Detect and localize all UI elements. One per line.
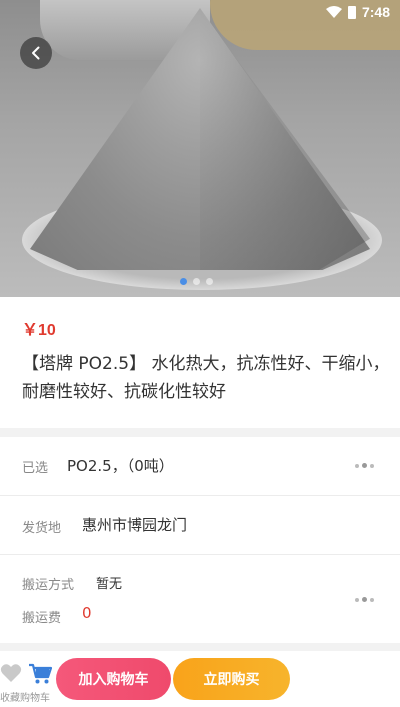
back-button[interactable] [20, 37, 52, 69]
ship-from-row: 发货地 惠州市博园龙门 [0, 496, 400, 554]
heart-icon[interactable] [0, 663, 22, 683]
status-bar: 7:48 [325, 0, 400, 24]
product-image-carousel[interactable]: 7:48 [0, 0, 400, 297]
carousel-indicator [180, 278, 213, 285]
fav-cart-label: 收藏购物车 [0, 693, 50, 704]
bottom-action-bar: 收藏购物车 加入购物车 立即购买 [0, 651, 400, 707]
add-to-cart-button[interactable]: 加入购物车 [56, 658, 171, 700]
product-info-card: ￥10 【塔牌 PO2.5】 水化热大，抗冻性好、干缩小，耐磨性较好、抗碳化性较… [0, 297, 400, 428]
product-title: 【塔牌 PO2.5】 水化热大，抗冻性好、干缩小，耐磨性较好、抗碳化性较好 [22, 354, 390, 402]
shipping-fee-value: 0 [82, 604, 92, 622]
carousel-dot[interactable] [180, 278, 187, 285]
battery-icon [347, 5, 356, 19]
cart-icon[interactable] [28, 663, 52, 685]
shipping-method-label: 搬运方式 [22, 578, 75, 593]
product-detail-screen: 7:48 ￥10 【塔牌 PO2.5】 水化热大，抗冻性好、干缩小，耐磨性较好、… [0, 0, 400, 707]
ship-from-label: 发货地 [22, 521, 62, 536]
status-time: 7:48 [361, 4, 390, 20]
ship-from-value: 惠州市博园龙门 [82, 516, 188, 534]
carousel-dot[interactable] [193, 278, 200, 285]
more-icon[interactable] [355, 597, 374, 602]
product-price: ￥10 [22, 322, 56, 339]
shipping-row[interactable]: 搬运方式 暂无 搬运费 0 [0, 555, 400, 643]
more-icon[interactable] [355, 463, 374, 468]
shipping-fee-label: 搬运费 [22, 611, 62, 626]
selected-value: PO2.5，（0吨） [67, 457, 174, 475]
buy-now-button[interactable]: 立即购买 [173, 658, 290, 700]
selected-label: 已选 [22, 461, 49, 476]
selected-spec-row[interactable]: 已选 PO2.5，（0吨） [0, 437, 400, 495]
chevron-left-icon [32, 46, 40, 60]
shipping-method-value: 暂无 [96, 577, 123, 592]
carousel-dot[interactable] [206, 278, 213, 285]
wifi-icon [325, 6, 342, 18]
